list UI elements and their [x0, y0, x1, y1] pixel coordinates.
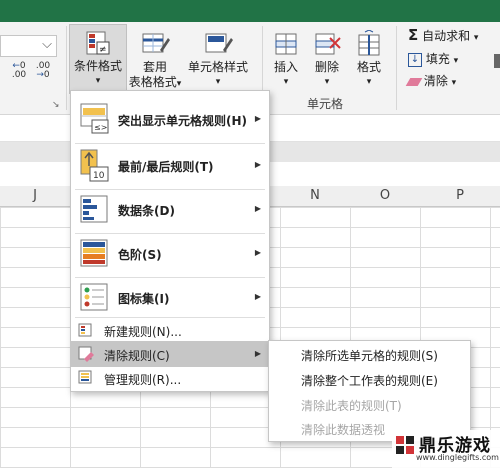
format-cells-icon: [358, 30, 380, 56]
menu-item-label: 图标集(I): [118, 292, 170, 306]
insert-button[interactable]: 插入 ▾: [268, 26, 304, 90]
submenu-item-clear-table: 清除此表的规则(T): [301, 399, 402, 413]
menu-item-color-scales[interactable]: 色阶(S) ▶: [71, 235, 269, 273]
menu-separator: [75, 233, 265, 234]
clear-rules-submenu: 清除所选单元格的规则(S) 清除整个工作表的规则(E) 清除此表的规则(T) 清…: [268, 340, 471, 442]
cells-group-label: 单元格: [307, 97, 344, 111]
format-as-table-label-1: 套用: [142, 60, 167, 74]
conditional-formatting-icon: ≠: [86, 31, 110, 55]
menu-item-top-bottom-rules[interactable]: 10 最前/最后规则(T) ▶: [71, 147, 269, 185]
cell-styles-label: 单元格样式: [187, 60, 248, 74]
delete-button[interactable]: 删除 ▾: [308, 26, 346, 90]
autosum-button[interactable]: Σ 自动求和 ▾: [408, 26, 478, 44]
submenu-arrow-icon: ▶: [254, 160, 261, 169]
fill-label: 填充: [425, 52, 450, 66]
column-header-N[interactable]: N: [280, 186, 351, 207]
format-as-table-button[interactable]: 套用 表格格式▾: [126, 26, 184, 92]
menu-item-label: 突出显示单元格规则(H): [118, 114, 248, 128]
menu-item-label: 管理规则(R)...: [104, 373, 182, 387]
format-as-table-label-2: 表格格式: [128, 75, 177, 89]
new-rule-icon: [78, 323, 92, 337]
format-as-table-icon: [142, 33, 170, 53]
manage-rules-icon: [78, 370, 92, 384]
watermark-url: www.dinglegifts.com: [416, 453, 499, 462]
conditional-formatting-button[interactable]: ≠ 条件格式 ▾: [69, 24, 127, 94]
chevron-down-icon: ▾: [453, 56, 459, 66]
sigma-icon: Σ: [408, 26, 419, 44]
clear-rules-icon: [78, 346, 94, 362]
submenu-item-clear-sheet[interactable]: 清除整个工作表的规则(E): [301, 372, 438, 389]
clear-label: 清除: [423, 74, 448, 88]
data-bars-icon: [80, 195, 108, 223]
submenu-arrow-icon: ▶: [254, 248, 261, 257]
svg-text:10: 10: [93, 171, 105, 181]
menu-item-label: 色阶(S): [118, 248, 162, 262]
column-header-J[interactable]: J: [0, 186, 71, 207]
watermark-icon: [396, 436, 414, 454]
chevron-down-icon: ▾: [176, 79, 182, 89]
submenu-arrow-icon: ▶: [254, 349, 261, 358]
top-bottom-rules-icon: 10: [80, 149, 109, 182]
menu-item-manage-rules[interactable]: 管理规则(R)...: [71, 367, 269, 389]
chevron-down-icon: ▾: [215, 77, 221, 87]
menu-item-new-rule[interactable]: 新建规则(N)...: [71, 319, 269, 341]
menu-item-label: 清除规则(C): [104, 349, 170, 363]
clear-button[interactable]: 清除 ▾: [405, 72, 457, 90]
column-header-P[interactable]: P: [420, 186, 500, 207]
fill-down-icon: ↓: [408, 52, 422, 67]
decrease-decimal-button[interactable]: .00 →0: [34, 62, 52, 80]
submenu-item-clear-pivot: 清除此数据透视: [301, 423, 386, 437]
submenu-arrow-icon: ▶: [254, 292, 261, 301]
menu-separator: [75, 143, 265, 144]
cell-styles-icon: [205, 33, 233, 53]
highlight-cells-icon: ≤>: [80, 103, 109, 134]
chevron-down-icon: ⌵: [42, 37, 52, 52]
chevron-down-icon: ▾: [473, 33, 479, 43]
number-format-combo[interactable]: ⌵: [0, 35, 57, 57]
fill-button[interactable]: ↓ 填充 ▾: [408, 50, 458, 68]
submenu-arrow-icon: ▶: [254, 204, 261, 213]
eraser-icon: [405, 77, 423, 86]
menu-item-label: 最前/最后规则(T): [118, 160, 214, 174]
watermark-logo: 鼎乐游戏 www.dinglegifts.com: [392, 430, 500, 468]
format-button[interactable]: 格式 ▾: [350, 26, 388, 90]
delete-cells-icon: [315, 33, 341, 55]
ribbon-separator: [66, 26, 67, 110]
color-scales-icon: [80, 239, 108, 267]
svg-text:≤>: ≤>: [94, 123, 107, 132]
chevron-down-icon: ▾: [366, 77, 372, 87]
submenu-item-clear-selected[interactable]: 清除所选单元格的规则(S): [301, 347, 438, 364]
submenu-arrow-icon: ▶: [254, 114, 261, 123]
svg-text:≠: ≠: [99, 45, 107, 55]
column-header-O[interactable]: O: [350, 186, 421, 207]
increase-decimal-button[interactable]: ←0 .00: [10, 62, 28, 80]
chevron-down-icon: ▾: [324, 77, 330, 87]
menu-item-label: 数据条(D): [118, 204, 175, 218]
autosum-label: 自动求和: [422, 29, 471, 43]
menu-item-icon-sets[interactable]: 图标集(I) ▶: [71, 279, 269, 317]
menu-item-label: 新建规则(N)...: [104, 325, 182, 339]
number-group-launcher-icon[interactable]: ↘: [52, 100, 60, 110]
chevron-down-icon: ▾: [95, 76, 101, 86]
increase-decimal-label: .00: [11, 70, 27, 80]
sort-filter-button-partial[interactable]: [494, 54, 500, 68]
conditional-formatting-label: 条件格式: [73, 59, 122, 73]
title-bar: [0, 0, 500, 22]
format-label: 格式: [356, 60, 381, 74]
icon-sets-icon: [80, 283, 108, 311]
insert-label: 插入: [273, 60, 298, 74]
cell-styles-button[interactable]: 单元格样式 ▾: [186, 26, 250, 90]
menu-separator: [75, 277, 265, 278]
menu-item-data-bars[interactable]: 数据条(D) ▶: [71, 191, 269, 229]
menu-item-highlight-cells-rules[interactable]: ≤> 突出显示单元格规则(H) ▶: [71, 101, 269, 139]
menu-item-clear-rules[interactable]: 清除规则(C) ▶: [71, 341, 269, 367]
insert-cells-icon: [275, 33, 297, 55]
chevron-down-icon: ▾: [283, 77, 289, 87]
conditional-formatting-menu: ≤> 突出显示单元格规则(H) ▶ 10 最前/最后规则(T) ▶ 数据条(D)…: [70, 90, 270, 392]
menu-separator: [75, 189, 265, 190]
menu-separator: [75, 317, 265, 318]
ribbon-separator: [396, 26, 397, 110]
delete-label: 删除: [314, 60, 339, 74]
chevron-down-icon: ▾: [451, 78, 457, 88]
